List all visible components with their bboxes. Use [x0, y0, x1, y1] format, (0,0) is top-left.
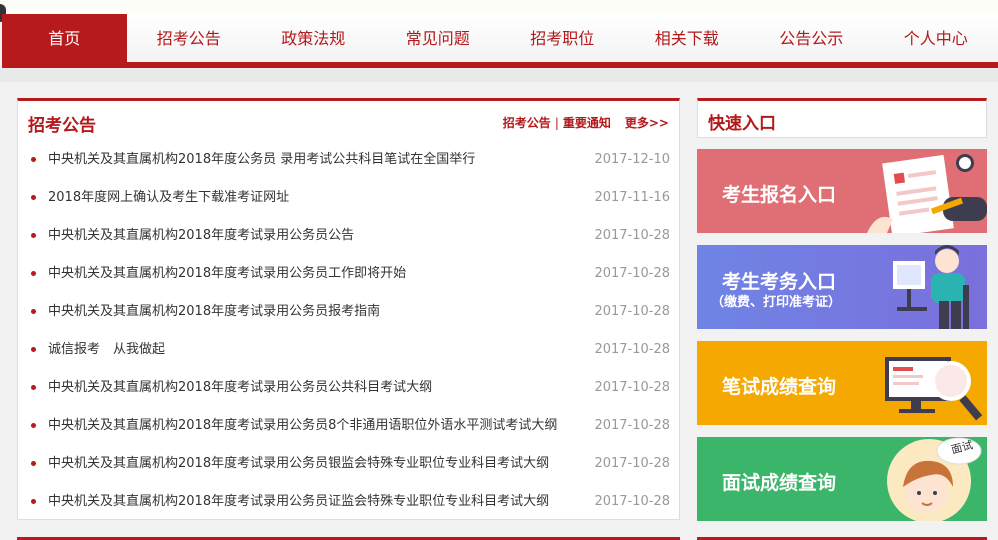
news-link[interactable]: 中央机关及其直属机构2018年度考试录用公务员公共科目考试大纲 [48, 369, 432, 407]
bullet-icon [31, 195, 36, 200]
announcements-title: 招考公告 [28, 116, 96, 136]
form-pen-icon [867, 154, 987, 233]
bullet-icon [31, 499, 36, 504]
news-date: 2017-10-28 [594, 228, 670, 243]
news-link[interactable]: 中央机关及其直属机构2018年度考试录用公务员证监会特殊专业职位专业科目考试大纲 [48, 483, 549, 521]
news-date: 2017-10-28 [594, 494, 670, 509]
nav-item-positions[interactable]: 招考职位 [500, 14, 625, 62]
list-item: 中央机关及其直属机构2018年度考试录用公务员工作即将开始 2017-10-28 [18, 255, 679, 293]
nav-item-policies[interactable]: 政策法规 [251, 14, 376, 62]
top-strip [0, 0, 998, 14]
computer-user-icon [893, 245, 969, 329]
news-date: 2017-11-16 [594, 190, 670, 205]
bullet-icon [31, 423, 36, 428]
news-link[interactable]: 中央机关及其直属机构2018年度考试录用公务员工作即将开始 [48, 255, 406, 293]
written-score-query-label: 笔试成绩查询 [722, 376, 837, 398]
news-date: 2017-12-10 [594, 152, 670, 167]
bullet-icon [31, 233, 36, 238]
tab-important-notices[interactable]: 重要通知 [563, 116, 611, 130]
nav-item-announcements[interactable]: 招考公告 [127, 14, 252, 62]
news-link[interactable]: 诚信报考 从我做起 [48, 331, 165, 369]
list-item: 中央机关及其直属机构2018年度考试录用公务员公告 2017-10-28 [18, 217, 679, 255]
nav-item-personal-center[interactable]: 个人中心 [874, 14, 998, 62]
announcements-list: 中央机关及其直属机构2018年度公务员 录用考试公共科目笔试在全国举行 2017-… [18, 141, 679, 521]
list-item: 诚信报考 从我做起 2017-10-28 [18, 331, 679, 369]
news-date: 2017-10-28 [594, 380, 670, 395]
quick-entry-title: 快速入口 [708, 114, 776, 134]
announcements-header: 招考公告 招考公告 | 重要通知 更多>> [18, 101, 679, 141]
exam-affairs-entry-sub: （缴费、打印准考证） [711, 295, 842, 310]
bullet-icon [31, 309, 36, 314]
nav-item-public-notices[interactable]: 公告公示 [749, 14, 874, 62]
nav-item-faq[interactable]: 常见问题 [376, 14, 501, 62]
nav-item-home[interactable]: 首页 [2, 14, 127, 62]
news-date: 2017-10-28 [594, 342, 670, 357]
quick-entry-panel: 快速入口 [697, 98, 987, 138]
news-date: 2017-10-28 [594, 418, 670, 433]
nav-shadow-band [0, 68, 998, 82]
main-nav: 首页 招考公告 政策法规 常见问题 招考职位 相关下载 公告公示 个人中心 [2, 14, 998, 68]
screen-magnifier-icon [885, 357, 983, 421]
interview-score-query-label: 面试成绩查询 [722, 472, 837, 494]
nav-item-downloads[interactable]: 相关下载 [625, 14, 750, 62]
news-date: 2017-10-28 [594, 266, 670, 281]
announcements-panel: 招考公告 招考公告 | 重要通知 更多>> 中央机关及其直属机构2018年度公务员 录… [17, 98, 680, 520]
news-link[interactable]: 中央机关及其直属机构2018年度考试录用公务员公告 [48, 217, 354, 255]
registration-entry-button[interactable]: 考生报名入口 [697, 149, 987, 233]
bullet-icon [31, 271, 36, 276]
news-link[interactable]: 中央机关及其直属机构2018年度公务员 录用考试公共科目笔试在全国举行 [48, 141, 475, 179]
list-item: 中央机关及其直属机构2018年度公务员 录用考试公共科目笔试在全国举行 2017-… [18, 141, 679, 179]
list-item: 中央机关及其直属机构2018年度考试录用公务员8个非通用语职位外语水平测试考试大… [18, 407, 679, 445]
registration-entry-label: 考生报名入口 [722, 184, 837, 206]
written-score-query-button[interactable]: 笔试成绩查询 [697, 341, 987, 425]
tab-announcements[interactable]: 招考公告 [503, 116, 551, 130]
news-date: 2017-10-28 [594, 304, 670, 319]
tab-separator: | [554, 116, 559, 130]
list-item: 中央机关及其直属机构2018年度考试录用公务员证监会特殊专业职位专业科目考试大纲… [18, 483, 679, 521]
news-link[interactable]: 中央机关及其直属机构2018年度考试录用公务员银监会特殊专业职位专业科目考试大纲 [48, 445, 549, 483]
news-link[interactable]: 中央机关及其直属机构2018年度考试录用公务员8个非通用语职位外语水平测试考试大… [48, 407, 557, 445]
news-date: 2017-10-28 [594, 456, 670, 471]
list-item: 2018年度网上确认及考生下载准考证网址 2017-11-16 [18, 179, 679, 217]
bullet-icon [31, 347, 36, 352]
list-item: 中央机关及其直属机构2018年度考试录用公务员报考指南 2017-10-28 [18, 293, 679, 331]
exam-affairs-entry-button[interactable]: 考生考务入口 （缴费、打印准考证） [697, 245, 987, 329]
news-link[interactable]: 中央机关及其直属机构2018年度考试录用公务员报考指南 [48, 293, 380, 331]
bullet-icon [31, 157, 36, 162]
exam-affairs-entry-label: 考生考务入口 [722, 271, 837, 293]
list-item: 中央机关及其直属机构2018年度考试录用公务员银监会特殊专业职位专业科目考试大纲… [18, 445, 679, 483]
list-item: 中央机关及其直属机构2018年度考试录用公务员公共科目考试大纲 2017-10-2… [18, 369, 679, 407]
announcements-tabs: 招考公告 | 重要通知 更多>> [503, 114, 669, 131]
more-link[interactable]: 更多>> [625, 116, 669, 130]
bullet-icon [31, 385, 36, 390]
news-link[interactable]: 2018年度网上确认及考生下载准考证网址 [48, 179, 289, 217]
bullet-icon [31, 461, 36, 466]
interview-score-query-button[interactable]: 面试成绩查询 面试 [697, 437, 987, 521]
